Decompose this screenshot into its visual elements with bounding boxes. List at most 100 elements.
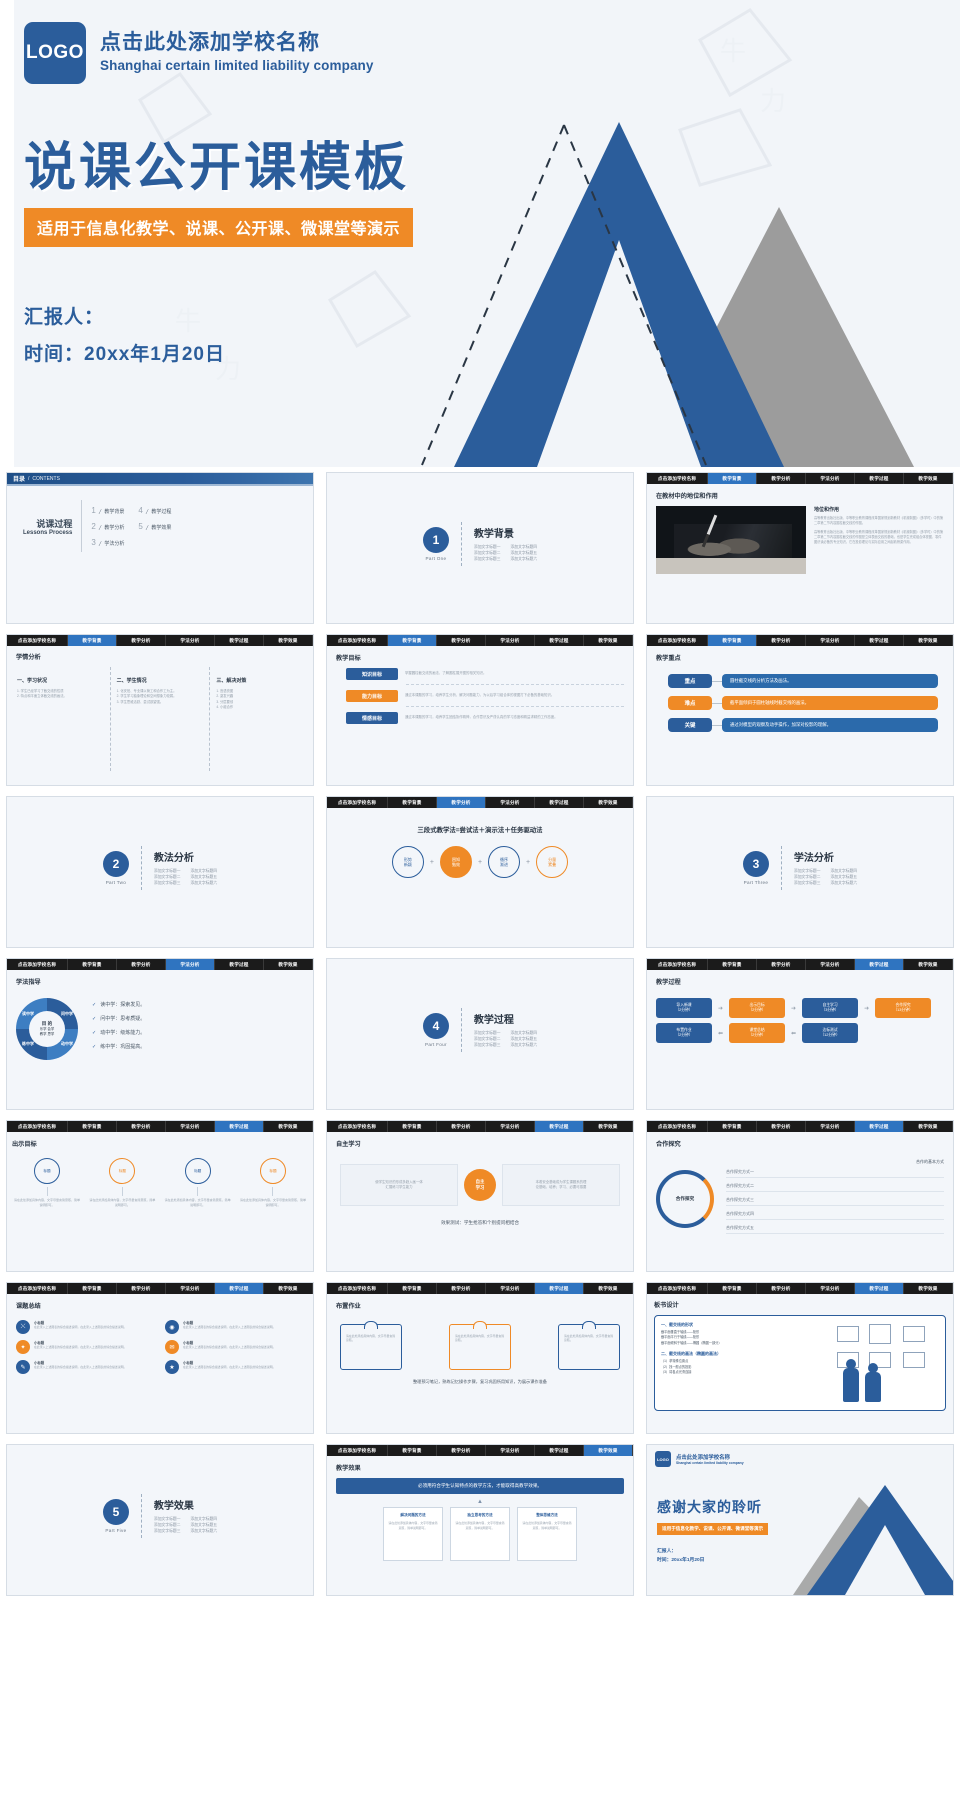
nav-tab-effect[interactable]: 教学效果 [904,1121,953,1132]
nav-tab-method[interactable]: 学法分析 [806,473,855,484]
slide-nav-tabs[interactable]: 点击添加学校名称 教学背景 教学分析 学法分析 教学过程 教学效果 [7,1121,313,1132]
slide-section-two[interactable]: 2 Part Two 教法分析 添加文字标题一 添加文字标题四 添加文字标题二 … [6,796,314,948]
nav-tab-analysis[interactable]: 教学分析 [437,1445,486,1456]
slide-toc[interactable]: 目录 / CONTENTS 说课过程 Lessons Process 1 ╱ 教学背… [6,472,314,624]
nav-tab-process[interactable]: 教学过程 [535,1121,584,1132]
slide-cell[interactable]: 2 Part Two 教法分析 添加文字标题一 添加文字标题四 添加文字标题二 … [0,791,320,953]
nav-tab-background[interactable]: 教学背景 [708,473,757,484]
nav-tab-process[interactable]: 教学过程 [215,1121,264,1132]
nav-tab-school[interactable]: 点击添加学校名称 [327,1121,388,1132]
slide-cell[interactable]: 点击添加学校名称 教学背景 教学分析 学法分析 教学过程 教学效果 教学重点 重… [640,629,960,791]
nav-tab-process[interactable]: 教学过程 [855,473,904,484]
toc-item[interactable]: 2 ╱ 教学分析 [91,522,124,531]
slide-cell[interactable]: 点击添加学校名称 教学背景 教学分析 学法分析 教学过程 教学效果 学情分析 一… [0,629,320,791]
nav-tab-process[interactable]: 教学过程 [855,1283,904,1294]
slide-cell[interactable]: 点击添加学校名称 教学背景 教学分析 学法分析 教学过程 教学效果 布置作业 请… [320,1277,640,1439]
slide-status-in-textbook[interactable]: 点击添加学校名称 教学背景 教学分析 学法分析 教学过程 教学效果 在教材中的地… [646,472,954,624]
nav-tab-effect[interactable]: 教学效果 [584,635,633,646]
nav-tab-school[interactable]: 点击添加学校名称 [647,1121,708,1132]
slide-section-five[interactable]: 5 Part Five 教学效果 添加文字标题一 添加文字标题四 添加文字标题二… [6,1444,314,1596]
slide-nav-tabs[interactable]: 点击添加学校名称 教学背景 教学分析 学法分析 教学过程 教学效果 [327,1283,633,1294]
nav-tab-background[interactable]: 教学背景 [388,797,437,808]
slide-learning-guidance[interactable]: 点击添加学校名称 教学背景 教学分析 学法分析 教学过程 教学效果 学法指导 目… [6,958,314,1110]
slide-cell[interactable]: 点击添加学校名称 教学背景 教学分析 学法分析 教学过程 教学效果 学法指导 目… [0,953,320,1115]
slide-nav-tabs[interactable]: 点击添加学校名称 教学背景 教学分析 学法分析 教学过程 教学效果 [647,1283,953,1294]
slide-lesson-summary[interactable]: 点击添加学校名称 教学背景 教学分析 学法分析 教学过程 教学效果 课题总结 ⤬… [6,1282,314,1434]
nav-tab-effect[interactable]: 教学效果 [264,959,313,970]
nav-tab-method[interactable]: 学法分析 [806,959,855,970]
nav-tab-analysis[interactable]: 教学分析 [757,1121,806,1132]
nav-tab-school[interactable]: 点击添加学校名称 [647,635,708,646]
nav-tab-process[interactable]: 教学过程 [535,1283,584,1294]
slide-cooperation[interactable]: 点击添加学校名称 教学背景 教学分析 学法分析 教学过程 教学效果 合作探究 合… [646,1120,954,1272]
nav-tab-effect[interactable]: 教学效果 [584,1121,633,1132]
nav-tab-school[interactable]: 点击添加学校名称 [327,1445,388,1456]
nav-tab-background[interactable]: 教学背景 [68,959,117,970]
nav-tab-school[interactable]: 点击添加学校名称 [327,797,388,808]
nav-tab-method[interactable]: 学法分析 [806,635,855,646]
nav-tab-effect[interactable]: 教学效果 [584,1445,633,1456]
slide-cell[interactable]: 点击添加学校名称 教学背景 教学分析 学法分析 教学过程 教学效果 自主学习 使… [320,1115,640,1277]
slide-cell[interactable]: 点击添加学校名称 教学背景 教学分析 学法分析 教学过程 教学效果 教学过程 导… [640,953,960,1115]
nav-tab-analysis[interactable]: 教学分析 [437,797,486,808]
nav-tab-background[interactable]: 教学背景 [708,959,757,970]
nav-tab-effect[interactable]: 教学效果 [904,473,953,484]
nav-tab-effect[interactable]: 教学效果 [904,1283,953,1294]
slide-section-three[interactable]: 3 Part Three 学法分析 添加文字标题一 添加文字标题四 添加文字标题… [646,796,954,948]
nav-tab-analysis[interactable]: 教学分析 [117,635,166,646]
nav-tab-effect[interactable]: 教学效果 [584,797,633,808]
nav-tab-analysis[interactable]: 教学分析 [437,1121,486,1132]
slide-method-analysis[interactable]: 点击添加学校名称 教学背景 教学分析 学法分析 教学过程 教学效果 三段式教学法… [326,796,634,948]
nav-tab-background[interactable]: 教学背景 [68,635,117,646]
nav-tab-background[interactable]: 教学背景 [388,1445,437,1456]
nav-tab-school[interactable]: 点击添加学校名称 [327,1283,388,1294]
slide-teaching-effect[interactable]: 点击添加学校名称 教学背景 教学分析 学法分析 教学过程 教学效果 教学效果 必… [326,1444,634,1596]
slide-cell[interactable]: 点击添加学校名称 教学背景 教学分析 学法分析 教学过程 教学效果 合作探究 合… [640,1115,960,1277]
nav-tab-school[interactable]: 点击添加学校名称 [647,959,708,970]
slide-cell[interactable]: 4 Part Four 教学过程 添加文字标题一 添加文字标题四 添加文字标题二… [320,953,640,1115]
nav-tab-school[interactable]: 点击添加学校名称 [7,1283,68,1294]
nav-tab-school[interactable]: 点击添加学校名称 [7,959,68,970]
nav-tab-background[interactable]: 教学背景 [708,1283,757,1294]
slide-board-design[interactable]: 点击添加学校名称 教学背景 教学分析 学法分析 教学过程 教学效果 板书设计 一… [646,1282,954,1434]
nav-tab-effect[interactable]: 教学效果 [584,1283,633,1294]
nav-tab-analysis[interactable]: 教学分析 [117,1283,166,1294]
slide-cell[interactable]: 点击添加学校名称 教学背景 教学分析 学法分析 教学过程 教学效果 板书设计 一… [640,1277,960,1439]
nav-tab-process[interactable]: 教学过程 [215,959,264,970]
slide-cell[interactable]: 点击添加学校名称 教学背景 教学分析 学法分析 教学过程 教学效果 出示目标 标… [0,1115,320,1277]
slide-cell[interactable]: 3 Part Three 学法分析 添加文字标题一 添加文字标题四 添加文字标题… [640,791,960,953]
nav-tab-analysis[interactable]: 教学分析 [437,1283,486,1294]
nav-tab-background[interactable]: 教学背景 [388,635,437,646]
nav-tab-school[interactable]: 点击添加学校名称 [7,635,68,646]
slide-nav-tabs[interactable]: 点击添加学校名称 教学背景 教学分析 学法分析 教学过程 教学效果 [327,635,633,646]
nav-tab-method[interactable]: 学法分析 [166,959,215,970]
nav-tab-method[interactable]: 学法分析 [166,1283,215,1294]
nav-tab-method[interactable]: 学法分析 [166,1121,215,1132]
slide-cell[interactable]: 点击添加学校名称 教学背景 教学分析 学法分析 教学过程 教学效果 课题总结 ⤬… [0,1277,320,1439]
nav-tab-background[interactable]: 教学背景 [388,1283,437,1294]
slide-self-study[interactable]: 点击添加学校名称 教学背景 教学分析 学法分析 教学过程 教学效果 自主学习 使… [326,1120,634,1272]
nav-tab-process[interactable]: 教学过程 [215,1283,264,1294]
slide-cell[interactable]: 点击添加学校名称 教学背景 教学分析 学法分析 教学过程 教学效果 在教材中的地… [640,467,960,629]
slide-teaching-process[interactable]: 点击添加学校名称 教学背景 教学分析 学法分析 教学过程 教学效果 教学过程 导… [646,958,954,1110]
slide-nav-tabs[interactable]: 点击添加学校名称 教学背景 教学分析 学法分析 教学过程 教学效果 [327,797,633,808]
nav-tab-effect[interactable]: 教学效果 [904,635,953,646]
nav-tab-school[interactable]: 点击添加学校名称 [327,635,388,646]
nav-tab-method[interactable]: 学法分析 [486,1283,535,1294]
nav-tab-analysis[interactable]: 教学分析 [117,959,166,970]
nav-tab-method[interactable]: 学法分析 [486,635,535,646]
slide-cell[interactable]: 5 Part Five 教学效果 添加文字标题一 添加文字标题四 添加文字标题二… [0,1439,320,1601]
nav-tab-school[interactable]: 点击添加学校名称 [647,1283,708,1294]
nav-tab-background[interactable]: 教学背景 [388,1121,437,1132]
nav-tab-method[interactable]: 学法分析 [486,797,535,808]
nav-tab-process[interactable]: 教学过程 [215,635,264,646]
nav-tab-process[interactable]: 教学过程 [855,635,904,646]
slide-show-targets[interactable]: 点击添加学校名称 教学背景 教学分析 学法分析 教学过程 教学效果 出示目标 标… [6,1120,314,1272]
slide-thank-you[interactable]: LOGO 点击此处添加学校名称 Shanghai certain limited… [646,1444,954,1596]
slide-nav-tabs[interactable]: 点击添加学校名称 教学背景 教学分析 学法分析 教学过程 教学效果 [647,473,953,484]
slide-cell[interactable]: 点击添加学校名称 教学背景 教学分析 学法分析 教学过程 教学效果 三段式教学法… [320,791,640,953]
nav-tab-method[interactable]: 学法分析 [806,1121,855,1132]
nav-tab-background[interactable]: 教学背景 [68,1283,117,1294]
slide-key-points[interactable]: 点击添加学校名称 教学背景 教学分析 学法分析 教学过程 教学效果 教学重点 重… [646,634,954,786]
slide-section-one[interactable]: 1 Part One 教学背景 添加文字标题一 添加文字标题四 添加文字标题二 … [326,472,634,624]
